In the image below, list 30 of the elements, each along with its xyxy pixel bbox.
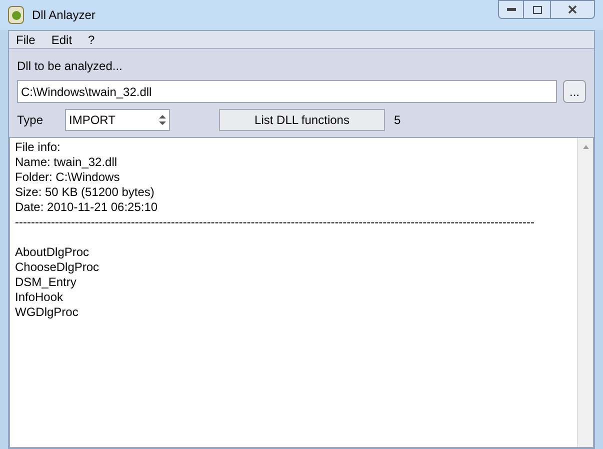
- list-functions-button[interactable]: List DLL functions: [219, 109, 385, 131]
- file-info-line: Date: 2010-11-21 06:25:10: [15, 200, 159, 215]
- function-name: DSM_Entry: [15, 275, 78, 290]
- spinner-arrows-icon: [159, 115, 166, 125]
- function-name: InfoHook: [15, 290, 64, 305]
- function-name: AboutDlgProc: [15, 245, 90, 260]
- menu-item[interactable]: ?: [87, 30, 96, 48]
- field-label: Dll to be analyzed...: [17, 58, 124, 75]
- type-select[interactable]: IMPORT: [65, 109, 170, 131]
- minimize-icon: [506, 8, 516, 11]
- browse-button[interactable]: ...: [563, 80, 586, 103]
- menu-item[interactable]: File: [15, 30, 36, 48]
- file-info-line: File info:: [15, 140, 62, 155]
- close-button[interactable]: [550, 0, 595, 19]
- app-icon: [8, 6, 24, 24]
- file-path-field[interactable]: C:\Windows\twain_32.dll: [17, 80, 557, 103]
- file-info-line: Size: 50 KB (51200 bytes): [15, 185, 156, 200]
- type-label: Type: [17, 112, 44, 129]
- maximize-icon: [532, 6, 542, 14]
- separator-line: ----------------------------------------------------------------------------------------------------------------------------------: [15, 215, 536, 230]
- function-count: 5: [394, 112, 401, 129]
- file-info-line: Folder: C:\Windows: [15, 170, 121, 185]
- minimize-button[interactable]: [498, 0, 524, 19]
- function-name: ChooseDlgProc: [15, 260, 100, 275]
- maximize-button[interactable]: [524, 0, 550, 19]
- window-title: Dll Anlayzer: [32, 7, 96, 24]
- close-icon: [568, 5, 577, 14]
- file-info-line: Name: twain_32.dll: [15, 155, 118, 170]
- menu-item[interactable]: Edit: [50, 30, 74, 48]
- function-name: WGDlgProc: [15, 305, 80, 320]
